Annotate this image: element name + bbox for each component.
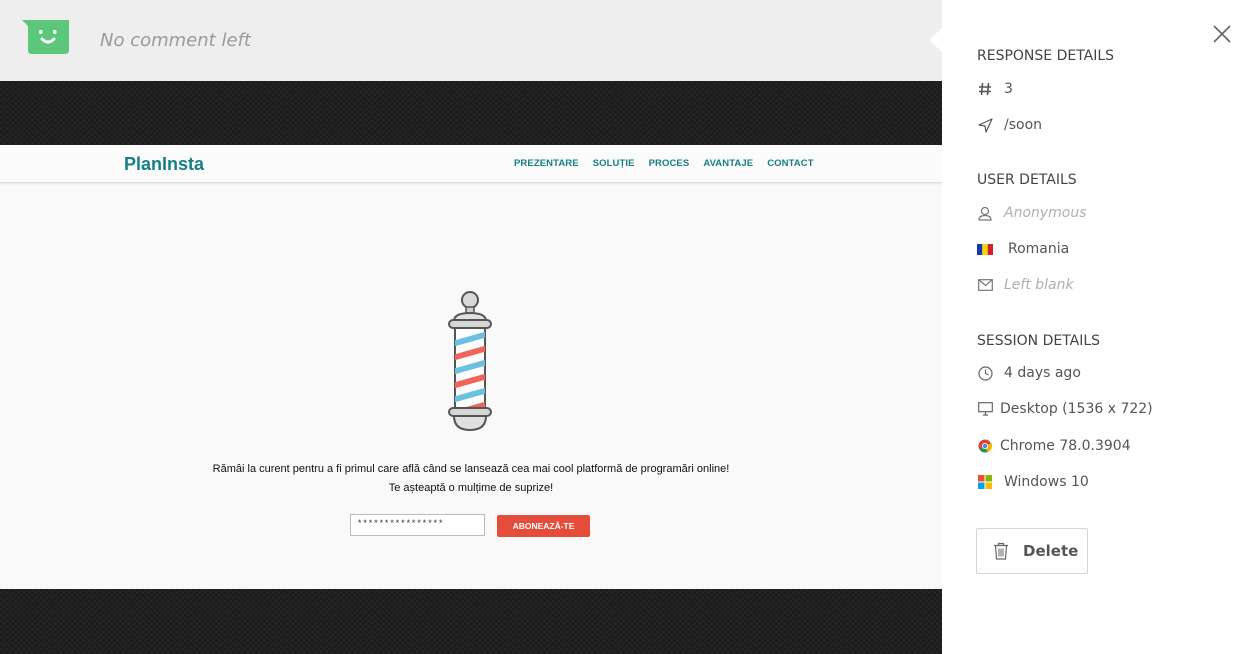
site-message-line-1: Rămâi la curent pentru a fi primul care …	[212, 463, 730, 475]
navigation-arrow-icon	[977, 117, 993, 133]
mail-icon	[977, 277, 993, 293]
site-screenshot: PlanInsta PREZENTARE SOLUȚIE PROCES AVAN…	[0, 145, 942, 589]
hash-icon	[977, 81, 993, 97]
site-navbar: PlanInsta PREZENTARE SOLUȚIE PROCES AVAN…	[0, 145, 942, 183]
chrome-icon	[977, 438, 993, 454]
romania-flag-icon	[977, 241, 993, 257]
site-nav-links: PREZENTARE SOLUȚIE PROCES AVANTAJE CONTA…	[514, 158, 828, 169]
user-email-row: Left blank	[977, 277, 1074, 293]
left-area: No comment left PlanInsta PREZENTARE SOL…	[0, 0, 942, 654]
site-email-input: ****************	[350, 514, 485, 536]
site-subscribe-button: ABONEAZĂ-TE	[497, 515, 590, 537]
session-os: Windows 10	[1004, 474, 1089, 490]
smiley-face-icon	[22, 20, 69, 54]
session-time: 4 days ago	[1004, 365, 1081, 381]
response-path-row: /soon	[977, 117, 1042, 133]
session-device-row: Desktop (1536 x 722)	[977, 401, 1153, 417]
delete-button[interactable]: Delete	[976, 528, 1088, 574]
nav-link-prezentare: PREZENTARE	[514, 158, 579, 169]
monitor-icon	[977, 401, 993, 417]
user-name: Anonymous	[1004, 205, 1087, 221]
comment-bar: No comment left	[0, 0, 942, 81]
user-icon	[977, 205, 993, 221]
nav-link-proces: PROCES	[648, 158, 690, 169]
nav-link-avantaje: AVANTAJE	[703, 158, 754, 169]
session-details-title: SESSION DETAILS	[977, 333, 1101, 349]
response-path: /soon	[1004, 117, 1043, 133]
user-name-row: Anonymous	[977, 205, 1087, 221]
comment-text: No comment left	[100, 30, 251, 51]
session-browser-row: Chrome 78.0.3904	[977, 438, 1131, 454]
user-details-title: USER DETAILS	[977, 172, 1077, 188]
response-number: 3	[1004, 81, 1013, 97]
background-pattern-bottom	[0, 589, 942, 654]
response-details-title: RESPONSE DETAILS	[977, 48, 1115, 64]
session-os-row: Windows 10	[977, 474, 1089, 490]
nav-link-solutie: SOLUȚIE	[592, 158, 635, 169]
background-pattern-top	[0, 81, 942, 145]
user-country-row: Romania	[977, 241, 1069, 257]
response-number-row: 3	[977, 81, 1013, 97]
clock-icon	[977, 365, 993, 381]
session-browser: Chrome 78.0.3904	[1000, 438, 1131, 454]
close-icon[interactable]	[1212, 24, 1232, 44]
barber-pole-icon	[448, 291, 492, 432]
site-message-line-2: Te așteaptă o mulțime de suprize!	[388, 482, 554, 494]
user-email: Left blank	[1004, 277, 1074, 293]
delete-label: Delete	[1023, 542, 1079, 560]
panel-pointer	[929, 28, 942, 52]
session-device: Desktop (1536 x 722)	[1000, 401, 1153, 417]
user-country: Romania	[1008, 241, 1070, 257]
windows-icon	[977, 474, 993, 490]
nav-link-contact: CONTACT	[767, 158, 814, 169]
site-brand: PlanInsta	[124, 154, 205, 174]
trash-icon	[994, 542, 1008, 560]
session-time-row: 4 days ago	[977, 365, 1081, 381]
